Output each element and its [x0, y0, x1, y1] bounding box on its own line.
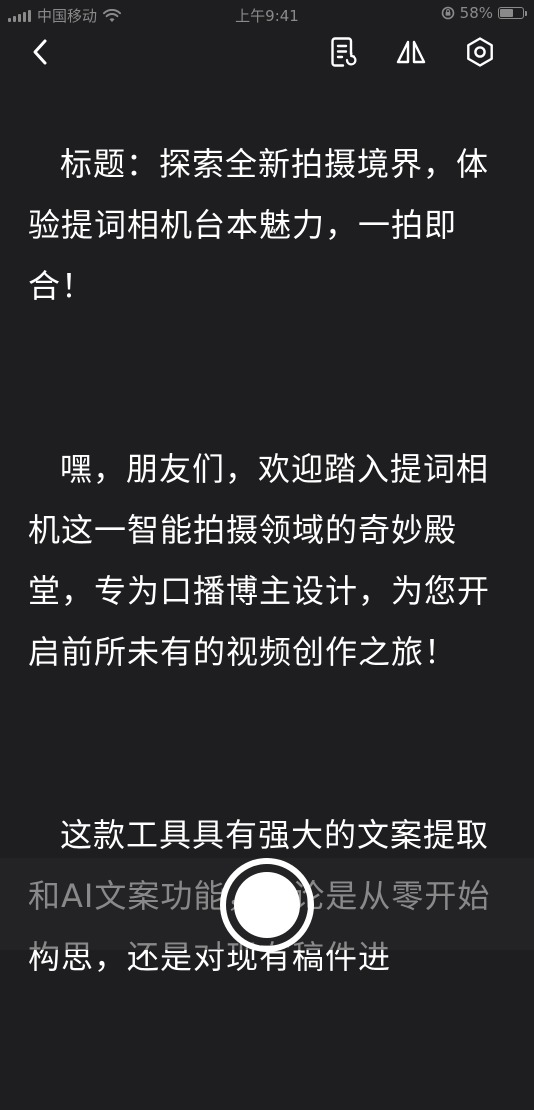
mirror-flip-icon: [396, 40, 426, 64]
status-bar: 中国移动 上午9:41 58%: [0, 0, 534, 30]
settings-button[interactable]: [462, 34, 498, 70]
battery-fill: [500, 9, 513, 17]
mirror-button[interactable]: [393, 34, 429, 70]
status-right: 58%: [441, 4, 527, 22]
document-edit-icon: [331, 37, 357, 67]
script-paragraph-intro: 嘿，朋友们，欢迎踏入提词相机这一智能拍摄领域的奇妙殿堂，专为口播博主设计，为您开…: [28, 450, 491, 671]
record-button[interactable]: [220, 858, 314, 952]
script-text-area[interactable]: 标题：探索全新拍摄境界，体验提词相机台本魅力，一拍即合！ 嘿，朋友们，欢迎踏入提…: [28, 134, 508, 1110]
gear-icon: [467, 37, 493, 67]
record-button-inner: [234, 872, 300, 938]
script-edit-button[interactable]: [326, 34, 362, 70]
battery-icon: [498, 7, 527, 19]
orientation-lock-icon: [441, 6, 454, 20]
battery-percent: 58%: [459, 4, 493, 22]
script-paragraph-title: 标题：探索全新拍摄境界，体验提词相机台本魅力，一拍即合！: [28, 145, 490, 305]
back-button[interactable]: [22, 34, 58, 70]
chevron-left-icon: [33, 39, 47, 65]
